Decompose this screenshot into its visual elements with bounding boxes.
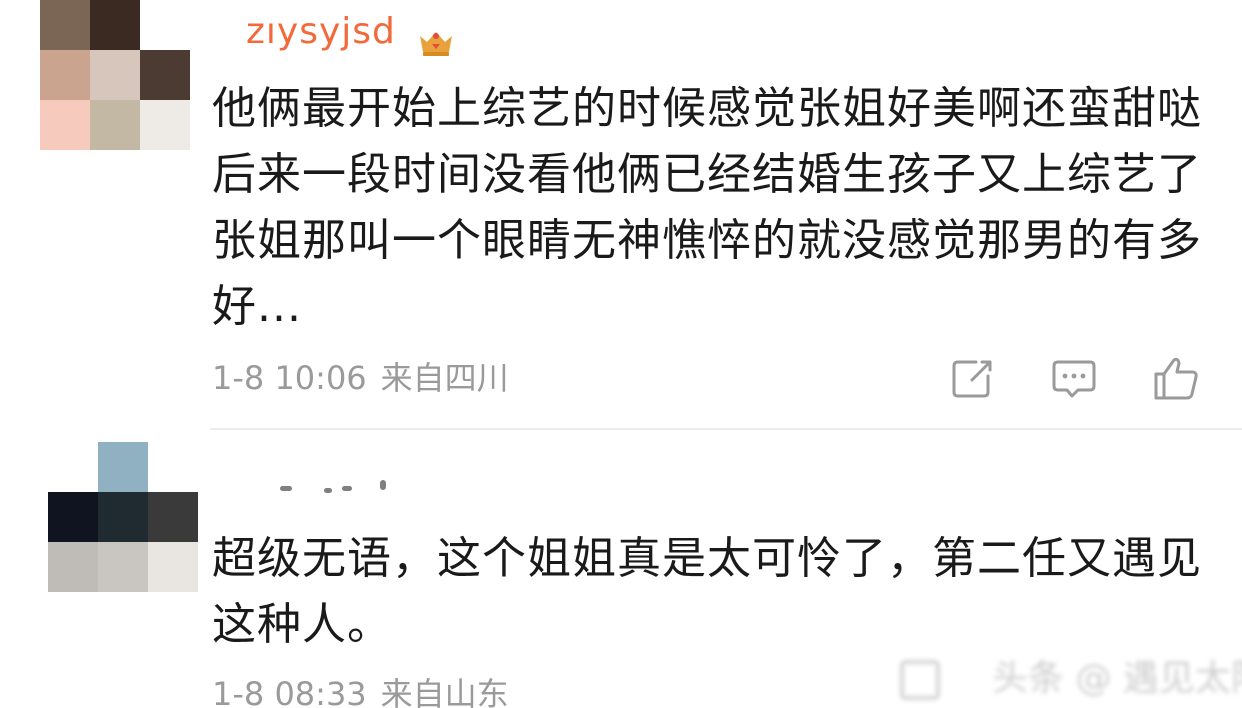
comment-location: 来自山东 [380, 675, 509, 708]
avatar-pixel [98, 542, 148, 592]
comment-text: 他俩最开始上综艺的时候感觉张姐好美啊还蛮甜哒 后来一段时间没看他俩已经结婚生孩子… [212, 83, 1202, 332]
watermark-logo-icon [900, 660, 940, 700]
crown-badge-icon [416, 28, 456, 58]
watermark: 头条 @ 遇见太阳 [900, 648, 1242, 708]
avatar-pixel [98, 492, 148, 542]
avatar-pixel [90, 50, 140, 100]
avatar-pixel [140, 50, 190, 100]
comment-item: zıysyjsd 他俩最开始上综艺的时候感觉张姐好美啊还蛮甜哒 后来一段时间没看… [0, 0, 1242, 430]
avatar-pixel [140, 0, 190, 50]
comment-meta: 1-8 08:33 来自山东 [212, 674, 509, 708]
watermark-text: 头条 @ 遇见太阳 [992, 658, 1242, 699]
avatar-pixel [140, 100, 190, 150]
thumbs-up-icon[interactable] [1152, 354, 1200, 402]
avatar-pixel [148, 542, 198, 592]
avatar[interactable] [48, 442, 198, 592]
avatar-pixel [90, 100, 140, 150]
comment-time: 1-8 10:06 [212, 359, 367, 397]
username[interactable]: zıysyjsd [246, 10, 396, 54]
avatar-pixel [90, 0, 140, 50]
comment-meta: 1-8 10:06 来自四川 [212, 358, 509, 398]
avatar[interactable] [40, 0, 190, 150]
share-icon[interactable] [948, 354, 996, 402]
avatar-pixel [40, 0, 90, 50]
comment-actions [940, 354, 1210, 402]
comment-time: 1-8 08:33 [212, 675, 367, 708]
avatar-pixel [148, 492, 198, 542]
username-blurred[interactable] [272, 478, 402, 498]
comment-location: 来自四川 [380, 359, 509, 397]
avatar-pixel [148, 442, 198, 492]
comment-text: 超级无语，这个姐姐真是太可怜了，第二任又遇见这种人。 [212, 533, 1202, 650]
avatar-pixel [48, 492, 98, 542]
avatar-pixel [98, 442, 148, 492]
avatar-pixel [40, 50, 90, 100]
comment-icon[interactable] [1050, 354, 1098, 402]
avatar-pixel [40, 100, 90, 150]
comment-list: zıysyjsd 他俩最开始上综艺的时候感觉张姐好美啊还蛮甜哒 后来一段时间没看… [0, 0, 1242, 708]
avatar-pixel [48, 542, 98, 592]
avatar-pixel [48, 442, 98, 492]
